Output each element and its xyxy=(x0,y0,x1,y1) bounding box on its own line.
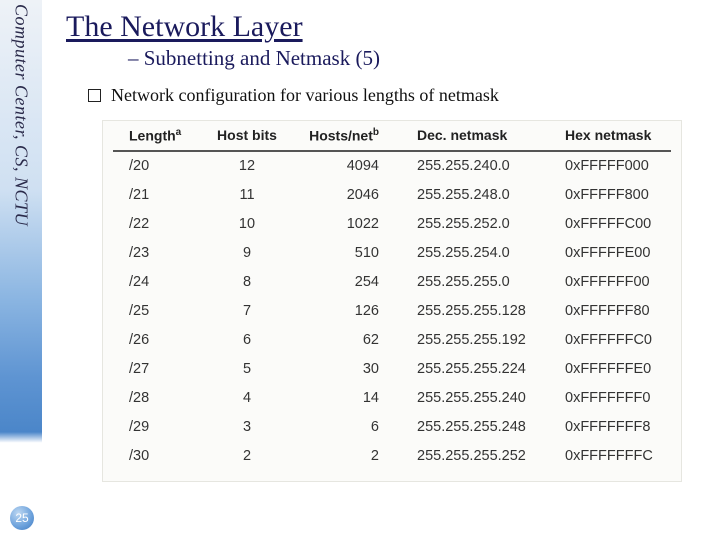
cell-hex-netmask: 0xFFFFFE00 xyxy=(563,245,693,261)
table-body: /20124094255.255.240.00xFFFFF000/2111204… xyxy=(113,152,671,471)
cell-host-bits: 9 xyxy=(209,245,303,261)
cell-hosts-per-net: 1022 xyxy=(303,216,413,232)
col-header-hosts-per-net: Hosts/netb xyxy=(303,127,413,144)
cell-hosts-per-net: 14 xyxy=(303,390,413,406)
cell-dec-netmask: 255.255.255.224 xyxy=(413,361,563,377)
cell-length: /24 xyxy=(113,274,209,290)
cell-length: /28 xyxy=(113,390,209,406)
page-number-badge: 25 xyxy=(10,506,34,530)
cell-dec-netmask: 255.255.254.0 xyxy=(413,245,563,261)
cell-hex-netmask: 0xFFFFF800 xyxy=(563,187,693,203)
cell-hosts-per-net: 62 xyxy=(303,332,413,348)
table-row: /248254255.255.255.00xFFFFFF00 xyxy=(113,268,671,297)
cell-hex-netmask: 0xFFFFFFE0 xyxy=(563,361,693,377)
page-title: The Network Layer xyxy=(66,10,714,44)
cell-length: /21 xyxy=(113,187,209,203)
org-text: Computer Center, CS, NCTU xyxy=(11,4,32,226)
cell-host-bits: 10 xyxy=(209,216,303,232)
cell-hosts-per-net: 30 xyxy=(303,361,413,377)
cell-hex-netmask: 0xFFFFF000 xyxy=(563,158,693,174)
cell-host-bits: 7 xyxy=(209,303,303,319)
page-subtitle: – Subnetting and Netmask (5) xyxy=(128,46,714,71)
table-row: /26662255.255.255.1920xFFFFFFC0 xyxy=(113,326,671,355)
table-row: /27530255.255.255.2240xFFFFFFE0 xyxy=(113,355,671,384)
cell-length: /25 xyxy=(113,303,209,319)
cell-host-bits: 3 xyxy=(209,419,303,435)
cell-hosts-per-net: 4094 xyxy=(303,158,413,174)
col-header-length: Lengtha xyxy=(113,127,209,144)
table-row: /257126255.255.255.1280xFFFFFF80 xyxy=(113,297,671,326)
cell-length: /29 xyxy=(113,419,209,435)
cell-hosts-per-net: 2 xyxy=(303,448,413,464)
bullet-item: Network configuration for various length… xyxy=(88,85,714,106)
table-row: /20124094255.255.240.00xFFFFF000 xyxy=(113,152,671,181)
cell-host-bits: 11 xyxy=(209,187,303,203)
cell-host-bits: 2 xyxy=(209,448,303,464)
page-number: 25 xyxy=(15,511,28,525)
cell-hex-netmask: 0xFFFFFFFC xyxy=(563,448,693,464)
table-row: /21112046255.255.248.00xFFFFF800 xyxy=(113,181,671,210)
sidebar-gradient: Computer Center, CS, NCTU xyxy=(0,0,42,540)
cell-hex-netmask: 0xFFFFFF00 xyxy=(563,274,693,290)
netmask-table: Lengtha Host bits Hosts/netb Dec. netmas… xyxy=(102,120,682,482)
col-header-hex-netmask: Hex netmask xyxy=(563,127,693,144)
cell-host-bits: 6 xyxy=(209,332,303,348)
cell-hosts-per-net: 2046 xyxy=(303,187,413,203)
cell-dec-netmask: 255.255.255.128 xyxy=(413,303,563,319)
table-row: /22101022255.255.252.00xFFFFFC00 xyxy=(113,210,671,239)
cell-dec-netmask: 255.255.255.252 xyxy=(413,448,563,464)
bullet-text: Network configuration for various length… xyxy=(111,85,499,106)
cell-dec-netmask: 255.255.240.0 xyxy=(413,158,563,174)
cell-hosts-per-net: 510 xyxy=(303,245,413,261)
table-header-row: Lengtha Host bits Hosts/netb Dec. netmas… xyxy=(113,127,671,152)
cell-hex-netmask: 0xFFFFFFF0 xyxy=(563,390,693,406)
cell-dec-netmask: 255.255.248.0 xyxy=(413,187,563,203)
cell-hosts-per-net: 254 xyxy=(303,274,413,290)
cell-length: /26 xyxy=(113,332,209,348)
cell-length: /27 xyxy=(113,361,209,377)
cell-host-bits: 5 xyxy=(209,361,303,377)
cell-dec-netmask: 255.255.255.248 xyxy=(413,419,563,435)
cell-dec-netmask: 255.255.255.240 xyxy=(413,390,563,406)
table-row: /2936255.255.255.2480xFFFFFFF8 xyxy=(113,413,671,442)
cell-hex-netmask: 0xFFFFFFF8 xyxy=(563,419,693,435)
cell-hex-netmask: 0xFFFFFC00 xyxy=(563,216,693,232)
table-row: /28414255.255.255.2400xFFFFFFF0 xyxy=(113,384,671,413)
slide-content: The Network Layer – Subnetting and Netma… xyxy=(58,4,714,482)
cell-dec-netmask: 255.255.255.0 xyxy=(413,274,563,290)
col-header-host-bits: Host bits xyxy=(209,127,303,144)
cell-host-bits: 4 xyxy=(209,390,303,406)
table-row: /3022255.255.255.2520xFFFFFFFC xyxy=(113,442,671,471)
cell-hosts-per-net: 6 xyxy=(303,419,413,435)
col-header-dec-netmask: Dec. netmask xyxy=(413,127,563,144)
bullet-square-icon xyxy=(88,89,101,102)
cell-length: /30 xyxy=(113,448,209,464)
table-row: /239510255.255.254.00xFFFFFE00 xyxy=(113,239,671,268)
cell-dec-netmask: 255.255.252.0 xyxy=(413,216,563,232)
cell-hosts-per-net: 126 xyxy=(303,303,413,319)
cell-dec-netmask: 255.255.255.192 xyxy=(413,332,563,348)
cell-length: /23 xyxy=(113,245,209,261)
cell-length: /22 xyxy=(113,216,209,232)
cell-host-bits: 12 xyxy=(209,158,303,174)
cell-hex-netmask: 0xFFFFFF80 xyxy=(563,303,693,319)
cell-host-bits: 8 xyxy=(209,274,303,290)
cell-length: /20 xyxy=(113,158,209,174)
cell-hex-netmask: 0xFFFFFFC0 xyxy=(563,332,693,348)
